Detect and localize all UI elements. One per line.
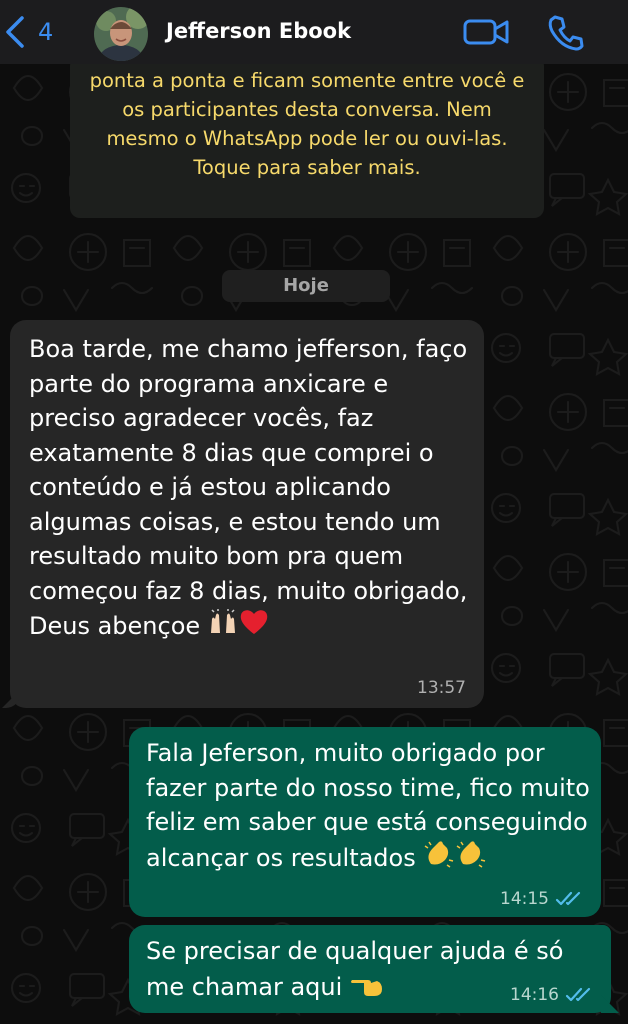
pointing-hand-emoji [350,969,384,1007]
incoming-message[interactable]: Boa tarde, me chamo jefferson, faço part… [10,320,484,708]
encryption-notice-text: ponta a ponta e ficam somente entre você… [89,69,525,179]
encryption-notice[interactable]: ponta a ponta e ficam somente entre você… [70,56,544,218]
clapping-hands-emoji [423,840,455,878]
message-time: 14:16 [510,985,559,1005]
clapping-hands-emoji [455,840,487,878]
chat-header: 4 Jefferson Ebook [0,0,628,64]
red-heart-emoji [238,608,270,646]
video-call-button[interactable] [462,16,512,48]
message-time: 13:57 [417,678,466,698]
read-double-check-icon [565,987,591,1002]
raising-hands-emoji [208,609,238,645]
avatar[interactable] [94,7,148,61]
message-text: Fala Jeferson, muito obrigado por fazer … [146,736,596,877]
date-label: Hoje [283,275,329,296]
message-body: Fala Jeferson, muito obrigado por fazer … [146,739,590,872]
back-button[interactable]: 4 [0,12,70,52]
chat-screen: 4 Jefferson Ebook ponta a ponta e ficam … [0,0,628,1024]
outgoing-message[interactable]: Se precisar de qualquer ajuda é só me ch… [129,925,611,1013]
read-double-check-icon [555,891,581,906]
message-time: 14:15 [500,889,549,909]
unread-count: 4 [38,18,54,46]
outgoing-message[interactable]: Fala Jeferson, muito obrigado por fazer … [129,727,601,917]
message-body: Boa tarde, me chamo jefferson, faço part… [29,335,468,640]
date-divider: Hoje [222,270,390,302]
message-text: Boa tarde, me chamo jefferson, faço part… [29,332,469,646]
video-camera-icon [463,19,509,45]
contact-name[interactable]: Jefferson Ebook [166,19,351,43]
chevron-left-icon [6,16,24,48]
phone-icon [548,15,584,51]
avatar-image [94,7,148,61]
voice-call-button[interactable] [546,12,586,52]
